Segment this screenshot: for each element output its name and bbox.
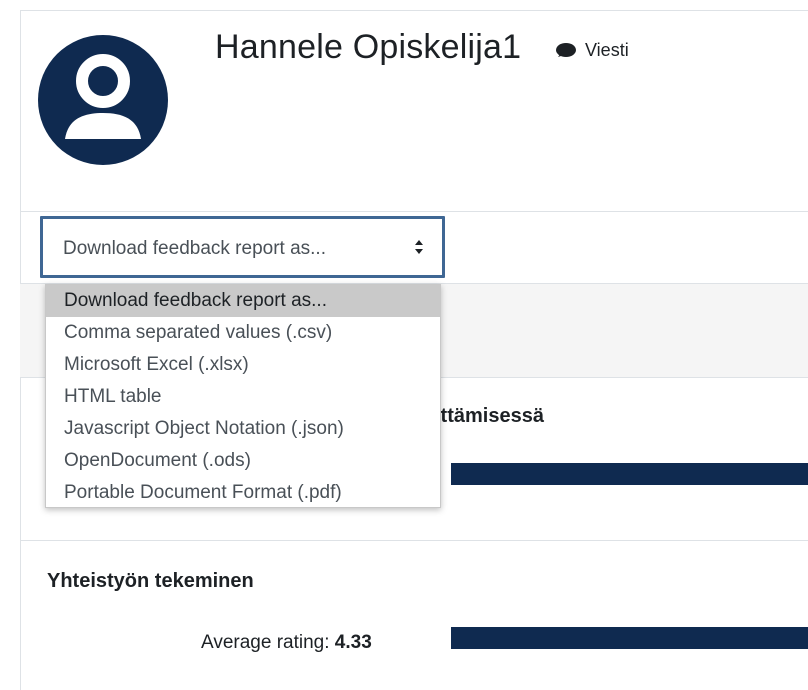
user-full-name: Hannele Opiskelija1: [215, 28, 522, 66]
dropdown-option[interactable]: Portable Document Format (.pdf): [46, 477, 440, 509]
download-select-value: Download feedback report as...: [63, 238, 326, 259]
dropdown-option[interactable]: OpenDocument (.ods): [46, 445, 440, 477]
header-divider: [20, 211, 808, 212]
dropdown-option[interactable]: HTML table: [46, 381, 440, 413]
average-rating-value: 4.33: [334, 632, 372, 653]
rating-bar: [451, 463, 808, 485]
download-format-select[interactable]: Download feedback report as...: [40, 216, 445, 278]
dropdown-option[interactable]: Download feedback report as...: [46, 285, 440, 317]
download-format-dropdown: Download feedback report as... Comma sep…: [45, 284, 441, 508]
question-title: Yhteistyön tekeminen: [47, 570, 254, 592]
dropdown-option[interactable]: Microsoft Excel (.xlsx): [46, 349, 440, 381]
message-button[interactable]: Viesti: [555, 40, 629, 61]
average-rating: Average rating: 4.33: [201, 632, 372, 654]
select-sort-icon: [415, 240, 423, 254]
average-rating-label: Average rating:: [201, 632, 330, 653]
dropdown-option[interactable]: Javascript Object Notation (.json): [46, 413, 440, 445]
question-title: ittämisessä: [435, 405, 544, 427]
speech-bubble-icon: [556, 42, 576, 57]
user-avatar-icon[interactable]: [38, 35, 168, 165]
question-divider: [20, 540, 808, 541]
dropdown-option[interactable]: Comma separated values (.csv): [46, 317, 440, 349]
rating-bar: [451, 627, 808, 649]
message-label: Viesti: [585, 40, 629, 60]
